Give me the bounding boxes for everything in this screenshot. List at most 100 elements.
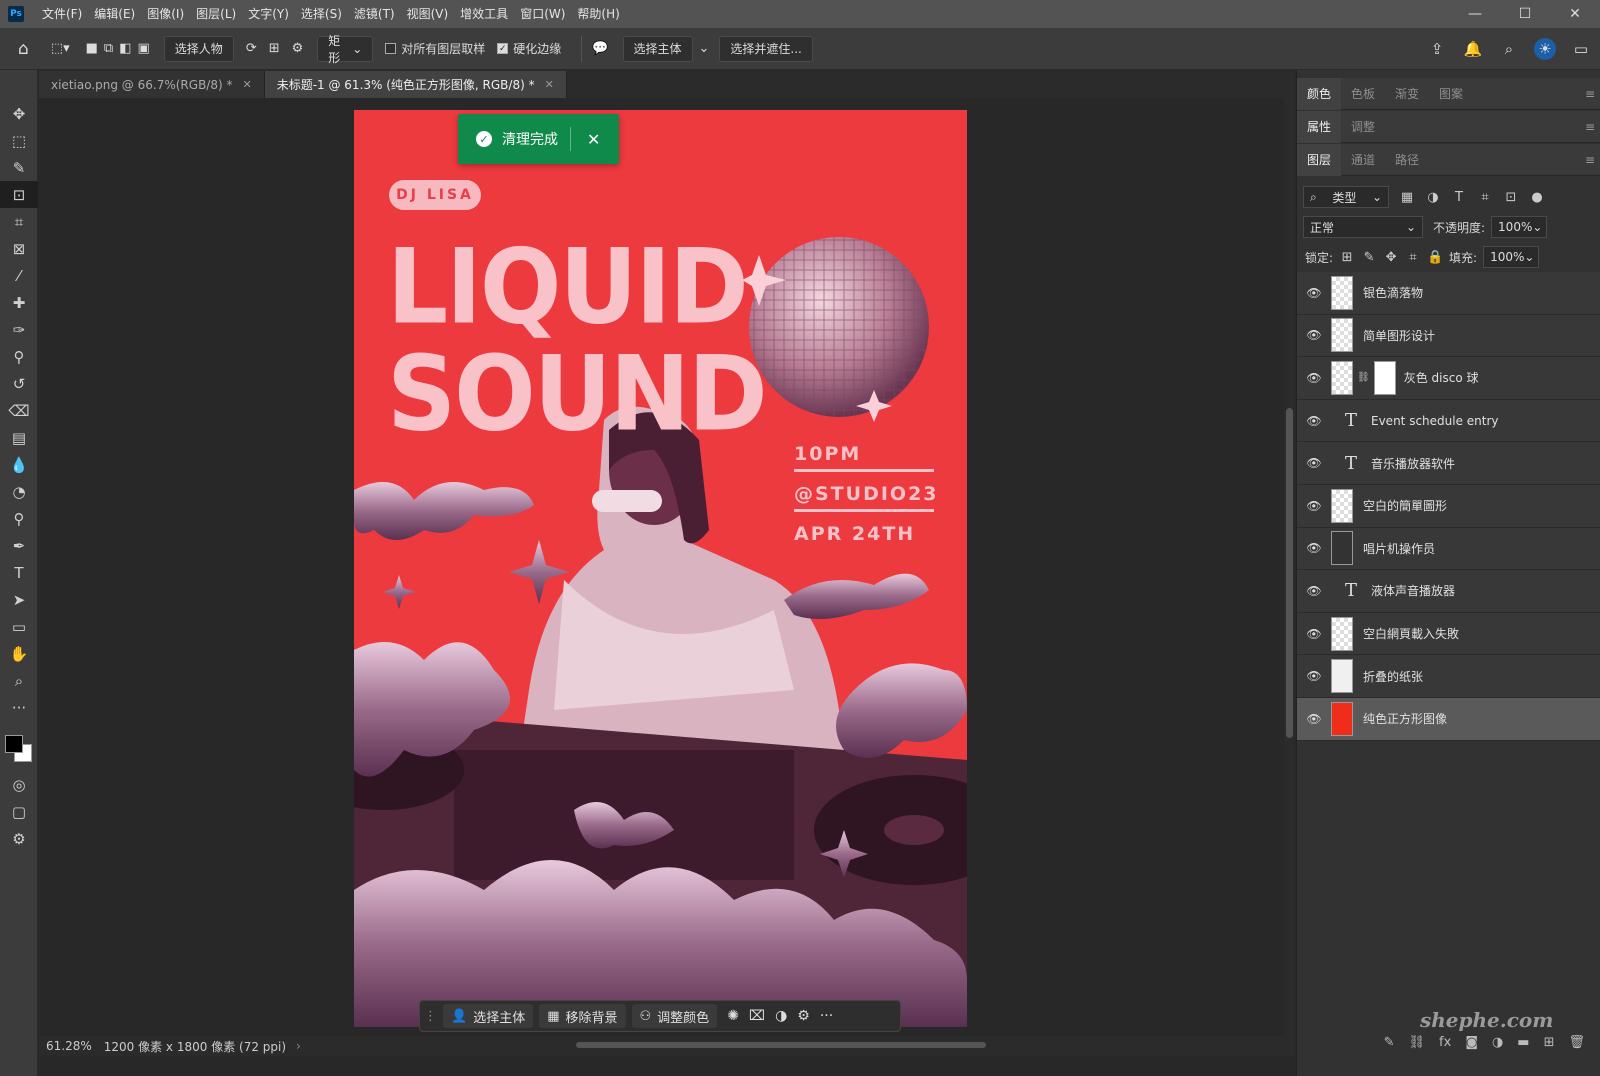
search-icon[interactable]: ⌕: [1498, 38, 1520, 60]
new-layer-icon[interactable]: ⊞: [1544, 1035, 1555, 1050]
home-icon[interactable]: ⌂: [18, 36, 29, 62]
layer-row[interactable]: 👁 银色滴落物: [1297, 272, 1600, 315]
menu-item[interactable]: 图层(L): [190, 0, 242, 28]
visibility-eye-icon[interactable]: 👁: [1297, 627, 1331, 641]
new-group-icon[interactable]: ▬: [1517, 1035, 1529, 1050]
lock-pixels-icon[interactable]: ✎: [1361, 250, 1377, 265]
tab-color[interactable]: 颜色: [1297, 77, 1342, 110]
menu-item[interactable]: 视图(V): [401, 0, 455, 28]
smart-object-filter-icon[interactable]: ⊡: [1503, 190, 1519, 205]
layer-kind-filter[interactable]: ⌕ 类型 ⌄: [1303, 186, 1389, 208]
visibility-eye-icon[interactable]: 👁: [1297, 669, 1331, 683]
hand-tool-icon[interactable]: ✋: [0, 640, 38, 667]
document-canvas[interactable]: DJ LISA LIQUID SOUND 10PM @STUDIO23 APR …: [354, 110, 967, 1027]
fx-icon[interactable]: fx: [1439, 1035, 1451, 1050]
chevron-down-icon[interactable]: ⌄: [699, 36, 710, 62]
rectangle-tool-icon[interactable]: ▭: [0, 613, 38, 640]
adjustment-layer-icon[interactable]: ◑: [1492, 1035, 1503, 1050]
layer-row[interactable]: 👁 唱片机操作员: [1297, 527, 1600, 571]
dodge-tool-icon[interactable]: ◔: [0, 478, 38, 505]
vertical-scrollbar[interactable]: [1284, 98, 1295, 1036]
eraser-tool-icon[interactable]: ⌫: [0, 397, 38, 424]
add-mask-icon[interactable]: ◙: [1465, 1035, 1478, 1050]
remove-background-button[interactable]: ▦ 移除背景: [539, 1004, 626, 1028]
drag-handle-icon[interactable]: ⋮: [424, 1009, 437, 1024]
blend-mode-dropdown[interactable]: 正常 ⌄: [1303, 216, 1423, 238]
layer-mask-thumbnail[interactable]: [1373, 360, 1396, 395]
shape-filter-icon[interactable]: ⌗: [1477, 190, 1493, 205]
transform-icon[interactable]: ⌧: [749, 1008, 765, 1024]
zoom-tool-icon[interactable]: ⌕: [0, 667, 38, 694]
tab-paths[interactable]: 路径: [1385, 144, 1429, 176]
maximize-button[interactable]: ☐: [1500, 0, 1550, 28]
subtract-selection-icon[interactable]: ◧: [119, 36, 131, 62]
type-tool-icon[interactable]: T: [0, 559, 38, 586]
contrast-icon[interactable]: ◑: [775, 1008, 787, 1024]
layer-row[interactable]: 👁 T Event schedule entry: [1297, 399, 1600, 443]
panel-menu-icon[interactable]: ≡: [1585, 87, 1595, 101]
layer-row[interactable]: 👁 空白的簡單圖形: [1297, 484, 1600, 528]
menu-item[interactable]: 窗口(W): [514, 0, 571, 28]
select-people-dropdown[interactable]: 选择人物: [163, 35, 234, 62]
menu-item[interactable]: 帮助(H): [571, 0, 625, 28]
discover-icon[interactable]: ☀: [1534, 38, 1556, 60]
bell-icon[interactable]: 🔔: [1462, 38, 1484, 60]
menu-item[interactable]: 增效工具: [454, 0, 514, 28]
marquee-tool-icon[interactable]: ⬚: [0, 127, 38, 154]
sponge-tool-icon[interactable]: ⚲: [0, 505, 38, 532]
tab-swatches[interactable]: 色板: [1341, 78, 1385, 110]
tab-xietiao[interactable]: xietiao.png @ 66.7%(RGB/8) * ✕: [39, 71, 265, 98]
feedback-icon[interactable]: 💬: [592, 36, 608, 62]
menu-item[interactable]: 编辑(E): [88, 0, 141, 28]
tab-properties[interactable]: 属性: [1297, 110, 1342, 143]
opacity-input[interactable]: 100% ⌄: [1491, 216, 1548, 238]
menu-item[interactable]: 文件(F): [36, 0, 88, 28]
lock-artboard-icon[interactable]: ⌗: [1405, 250, 1421, 265]
image-filter-icon[interactable]: ▦: [1399, 190, 1415, 205]
path-select-tool-icon[interactable]: ➤: [0, 586, 38, 613]
object-select-tool-icon[interactable]: ⊡: [0, 181, 38, 208]
brush-icon[interactable]: ✎: [1384, 1035, 1395, 1050]
blur-tool-icon[interactable]: 💧: [0, 451, 38, 478]
menu-item[interactable]: 图像(I): [141, 0, 190, 28]
tab-adjustments[interactable]: 调整: [1341, 111, 1385, 143]
horizontal-scrollbar[interactable]: [300, 1040, 1280, 1050]
lock-position-icon[interactable]: ✥: [1383, 250, 1399, 265]
quick-mask-icon[interactable]: ◎: [0, 771, 38, 798]
visibility-eye-icon[interactable]: 👁: [1297, 456, 1331, 470]
settings-icon[interactable]: ⚙: [797, 1008, 810, 1024]
layer-row[interactable]: 👁 折叠的纸张: [1297, 655, 1600, 698]
link-layers-icon[interactable]: ⛓: [1409, 1035, 1426, 1050]
close-icon[interactable]: ✕: [545, 78, 554, 91]
layer-row[interactable]: 👁 ⛓ 灰色 disco 球: [1297, 357, 1600, 400]
gradient-tool-icon[interactable]: ▤: [0, 424, 38, 451]
select-subject-ctx-button[interactable]: 👤 选择主体: [443, 1004, 534, 1028]
tab-gradients[interactable]: 渐变: [1385, 78, 1429, 110]
trash-icon[interactable]: 🗑: [1568, 1035, 1585, 1050]
scroll-thumb[interactable]: [1286, 408, 1293, 738]
tab-channels[interactable]: 通道: [1341, 144, 1385, 176]
hard-edge-checkbox[interactable]: ✓ 硬化边缘: [497, 40, 561, 57]
tab-layers[interactable]: 图层: [1297, 143, 1342, 176]
frame-tool-icon[interactable]: ⊠: [0, 235, 38, 262]
quick-select-tool-icon[interactable]: ✎: [0, 154, 38, 181]
healing-tool-icon[interactable]: ✚: [0, 289, 38, 316]
minimize-button[interactable]: —: [1450, 0, 1500, 28]
screen-mode-icon[interactable]: ▢: [0, 798, 38, 825]
select-subject-button[interactable]: 选择主体: [622, 35, 693, 62]
gear-icon[interactable]: ⚙: [292, 36, 304, 62]
lock-all-icon[interactable]: 🔒: [1427, 250, 1443, 265]
history-brush-icon[interactable]: ↺: [0, 370, 38, 397]
move-tool-icon[interactable]: ✥: [0, 100, 38, 127]
tab-patterns[interactable]: 图案: [1429, 78, 1473, 110]
more-tools-icon[interactable]: ···: [0, 694, 38, 721]
share-icon[interactable]: ⇪: [1426, 38, 1448, 60]
close-icon[interactable]: ✕: [587, 130, 600, 149]
close-icon[interactable]: ✕: [242, 78, 251, 91]
layer-row[interactable]: 👁 简单图形设计: [1297, 314, 1600, 358]
adjustment-filter-icon[interactable]: ◑: [1425, 190, 1441, 205]
scroll-thumb[interactable]: [576, 1042, 986, 1048]
visibility-eye-icon[interactable]: 👁: [1297, 499, 1331, 513]
menu-item[interactable]: 文字(Y): [242, 0, 295, 28]
filter-toggle-icon[interactable]: ●: [1529, 190, 1545, 205]
